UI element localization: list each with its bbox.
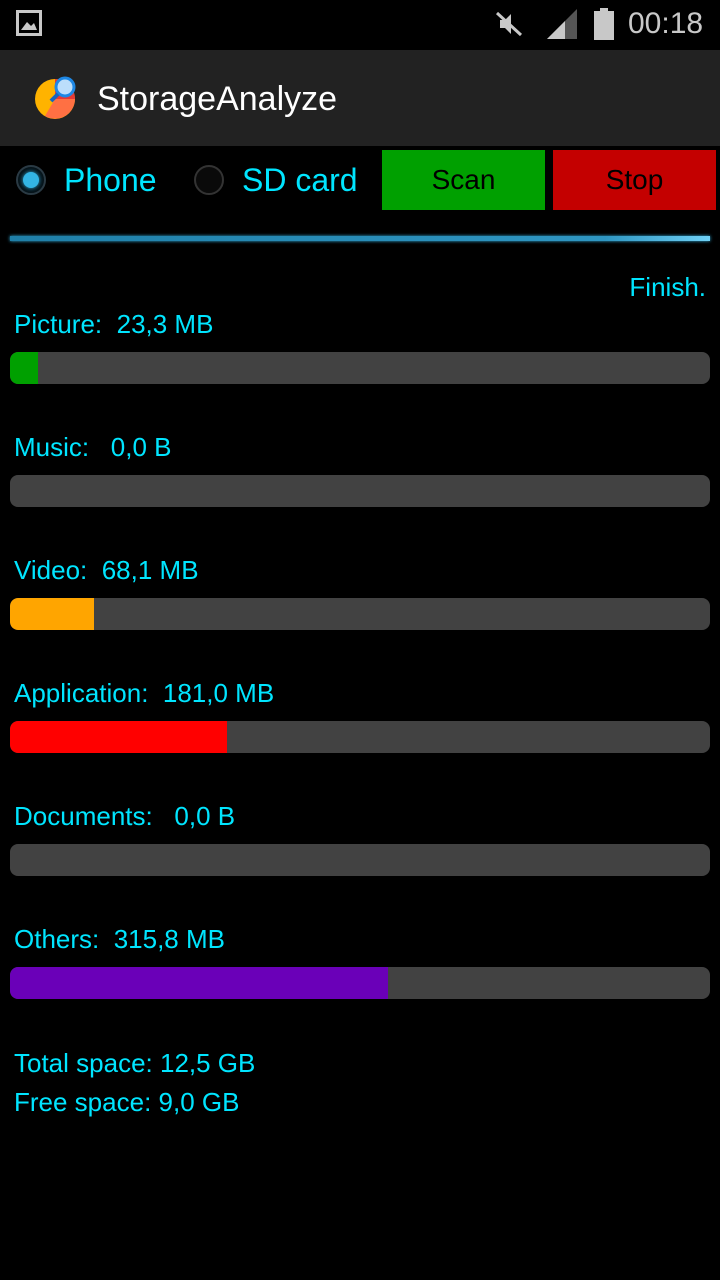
radio-phone[interactable]: Phone [16, 150, 157, 210]
app-title: StorageAnalyze [97, 80, 338, 118]
storage-selector: Phone SD card [0, 150, 380, 210]
radio-phone-label[interactable]: Phone [64, 160, 157, 200]
mute-icon [495, 11, 523, 37]
pie-chart-magnifier-icon [35, 76, 76, 119]
category-label: Others: 315,8 MB [14, 924, 225, 954]
category-video: Video: 68,1 MB [10, 553, 710, 630]
category-bar [10, 352, 710, 384]
category-application: Application: 181,0 MB [10, 676, 710, 753]
radio-sd-card-label[interactable]: SD card [242, 160, 358, 200]
category-bar [10, 844, 710, 876]
category-picture: Picture: 23,3 MB [10, 307, 710, 384]
category-music: Music: 0,0 B [10, 430, 710, 507]
category-bar [10, 475, 710, 507]
category-label: Video: 68,1 MB [14, 555, 199, 585]
category-bar [10, 967, 710, 999]
image-icon [16, 10, 42, 36]
battery-icon [594, 8, 614, 40]
category-label: Documents: 0,0 B [14, 801, 236, 831]
scan-button[interactable]: Scan [382, 150, 545, 210]
category-bar-fill [10, 967, 388, 999]
category-bar [10, 598, 710, 630]
stop-button[interactable]: Stop [553, 150, 716, 210]
scan-progress-bar [10, 236, 710, 241]
category-bar-fill [10, 352, 38, 384]
scan-status: Finish. [629, 272, 706, 302]
category-bar-fill [10, 598, 94, 630]
category-label: Application: 181,0 MB [14, 678, 275, 708]
radio-sd-card-indicator[interactable] [194, 165, 224, 195]
status-time: 00:18 [628, 7, 704, 40]
category-bar [10, 721, 710, 753]
category-label: Picture: 23,3 MB [14, 309, 214, 339]
signal-icon [547, 9, 577, 39]
category-bar-fill [10, 721, 227, 753]
category-documents: Documents: 0,0 B [10, 799, 710, 876]
storage-summary: Total space: 12,5 GB Free space: 9,0 GB [14, 1044, 255, 1122]
status-bar: 00:18 [0, 0, 720, 50]
app-bar: StorageAnalyze [0, 50, 720, 146]
category-label: Music: 0,0 B [14, 432, 172, 462]
free-space: Free space: 9,0 GB [14, 1087, 240, 1117]
total-space: Total space: 12,5 GB [14, 1048, 256, 1078]
radio-phone-indicator[interactable] [16, 165, 46, 195]
category-others: Others: 315,8 MB [10, 922, 710, 999]
radio-sd-card[interactable]: SD card [194, 150, 358, 210]
